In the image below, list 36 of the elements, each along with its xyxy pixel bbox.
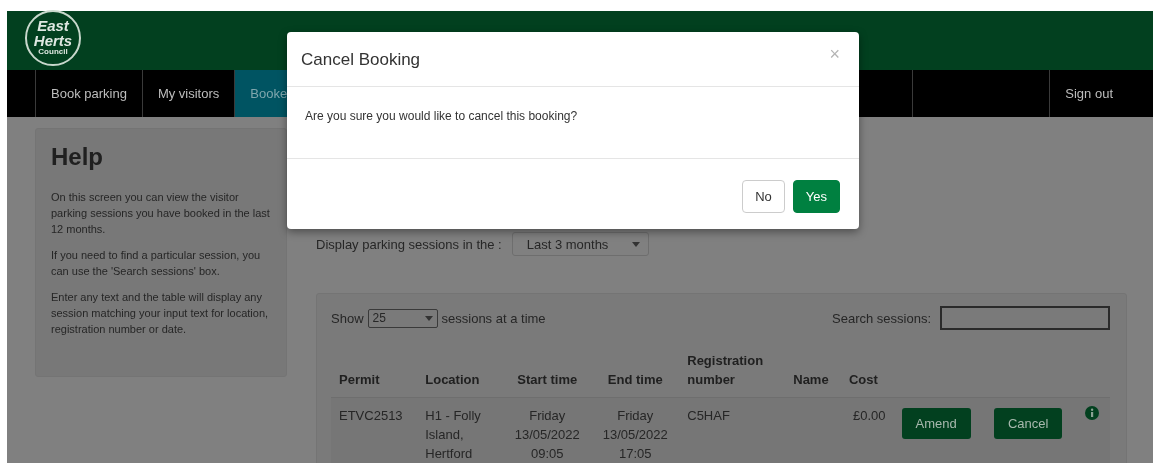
help-text: On this screen you can view the visitor parking sessions you have booked in the last 12 months. [51, 190, 271, 237]
council-logo[interactable]: East Herts Council [25, 9, 81, 66]
column-header: Cost [840, 345, 894, 398]
page-size-select[interactable]: 25 [367, 308, 438, 328]
show-label: Show [331, 310, 364, 326]
table-cell: ETVC2513 [331, 397, 418, 463]
row-action-button[interactable]: Cancel [993, 408, 1063, 439]
show-suffix: sessions at a time [441, 310, 546, 326]
column-header: Start time [503, 345, 592, 398]
caret-icon [424, 315, 433, 321]
caret-icon [631, 241, 640, 247]
period-select[interactable]: Last 3 months [511, 232, 649, 256]
column-header: End time [591, 345, 680, 398]
search-field[interactable] [940, 306, 1110, 330]
no-button[interactable]: No [742, 179, 785, 213]
table-cell: Friday 13/05/2022 17:05 [591, 397, 680, 463]
search-label: Search sessions: [832, 310, 931, 326]
info-icon[interactable] [1085, 406, 1100, 420]
help-title: Help [51, 143, 104, 171]
period-label: Display parking sessions in the : [316, 236, 502, 252]
table-cell: £0.00 [840, 397, 894, 463]
dialog-message: Are you sure you would like to cancel this booking? [305, 108, 578, 123]
column-header: Permit [331, 345, 418, 398]
column-header: Name [785, 345, 841, 398]
row-action-button[interactable]: Amend [901, 408, 971, 439]
column-header: Registration number [679, 345, 786, 398]
sign-out-link[interactable]: Sign out [1049, 70, 1153, 117]
dialog-title: Cancel Booking [301, 49, 421, 70]
column-header: Location [417, 345, 504, 398]
help-text: Enter any text and the table will display any session matching your input text for location, registration number or date. [51, 290, 270, 337]
table-cell: H1 - Folly Island, Hertford [417, 397, 504, 463]
nav-tab[interactable]: Book parking [35, 70, 142, 117]
help-text: If you need to find a particular session, you can use the 'Search sessions' box. [51, 248, 262, 279]
yes-button[interactable]: Yes [792, 179, 840, 213]
table-cell: Friday 13/05/2022 09:05 [503, 397, 592, 463]
table-cell: C5HAF [679, 397, 786, 463]
